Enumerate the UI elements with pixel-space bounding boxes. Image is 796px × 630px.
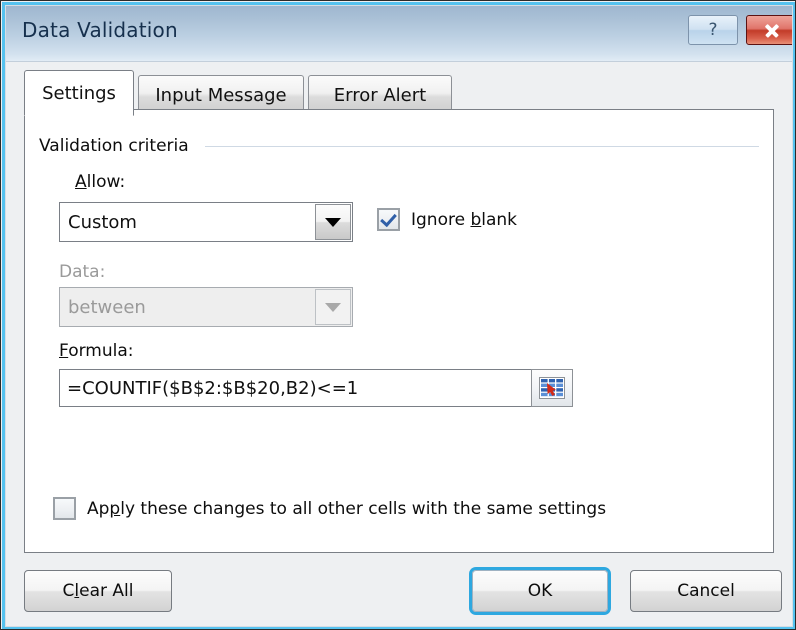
apply-all-checkbox[interactable]: Apply these changes to all other cells w…: [53, 497, 606, 520]
allow-label-accel: A: [75, 172, 87, 192]
apply-all-label-rest: ly these changes to all other cells with…: [120, 498, 607, 519]
clear-all-rest: ear All: [79, 581, 134, 601]
dialog-title: Data Validation: [22, 18, 178, 42]
question-mark-icon: ?: [708, 20, 718, 40]
data-dropdown: between: [59, 287, 353, 327]
allow-dropdown[interactable]: Custom: [59, 202, 353, 242]
formula-label: Formula:: [59, 341, 133, 361]
clear-all-label: Clear All: [63, 581, 134, 601]
ignore-blank-label-accel: b: [470, 209, 482, 230]
formula-label-rest: ormula:: [68, 341, 134, 361]
checkbox-icon-checked[interactable]: [377, 208, 400, 231]
group-separator: [205, 146, 759, 147]
chevron-down-icon[interactable]: [315, 204, 351, 240]
tab-input-message-label: Input Message: [155, 84, 287, 106]
settings-panel: Validation criteria Allow: Custom Ignore…: [24, 109, 774, 553]
close-icon: [764, 23, 779, 38]
ignore-blank-label: Ignore blank: [411, 210, 517, 230]
help-button[interactable]: ?: [688, 15, 738, 45]
tab-settings[interactable]: Settings: [24, 70, 134, 116]
tab-settings-label: Settings: [42, 82, 116, 104]
title-bar: Data Validation ?: [6, 6, 792, 62]
ok-button[interactable]: OK: [472, 570, 608, 612]
cancel-label: Cancel: [677, 581, 735, 601]
data-validation-dialog: Data Validation ? Settings Input Message…: [0, 0, 796, 630]
data-label: Data:: [59, 262, 106, 282]
clear-all-button[interactable]: Clear All: [24, 570, 172, 612]
dialog-inner-frame: Data Validation ? Settings Input Message…: [5, 5, 793, 627]
ignore-blank-label-prefix: Ignore: [411, 209, 471, 230]
ignore-blank-checkbox[interactable]: Ignore blank: [377, 208, 517, 231]
validation-criteria-label: Validation criteria: [39, 136, 197, 156]
checkbox-icon-unchecked[interactable]: [53, 497, 76, 520]
data-value: between: [68, 296, 146, 318]
allow-label: Allow:: [75, 172, 125, 192]
allow-label-rest: llow:: [86, 172, 126, 192]
chevron-down-icon-disabled: [315, 289, 351, 325]
formula-label-accel: F: [59, 341, 69, 361]
apply-all-label-accel: p: [109, 498, 121, 519]
ignore-blank-label-rest: lank: [481, 209, 518, 230]
apply-all-label: Apply these changes to all other cells w…: [87, 499, 606, 519]
tab-error-alert-label: Error Alert: [333, 84, 427, 106]
allow-value: Custom: [68, 211, 137, 233]
apply-all-label-prefix: Ap: [87, 498, 110, 519]
range-select-icon: [539, 377, 565, 399]
formula-input[interactable]: =COUNTIF($B$2:$B$20,B2)<=1: [59, 369, 555, 407]
tab-strip: Settings Input Message Error Alert: [6, 62, 792, 116]
clear-all-prefix: C: [62, 581, 75, 601]
range-select-button[interactable]: [531, 369, 573, 407]
close-button[interactable]: [746, 15, 792, 45]
ok-label: OK: [527, 581, 553, 601]
cancel-button[interactable]: Cancel: [630, 570, 782, 612]
